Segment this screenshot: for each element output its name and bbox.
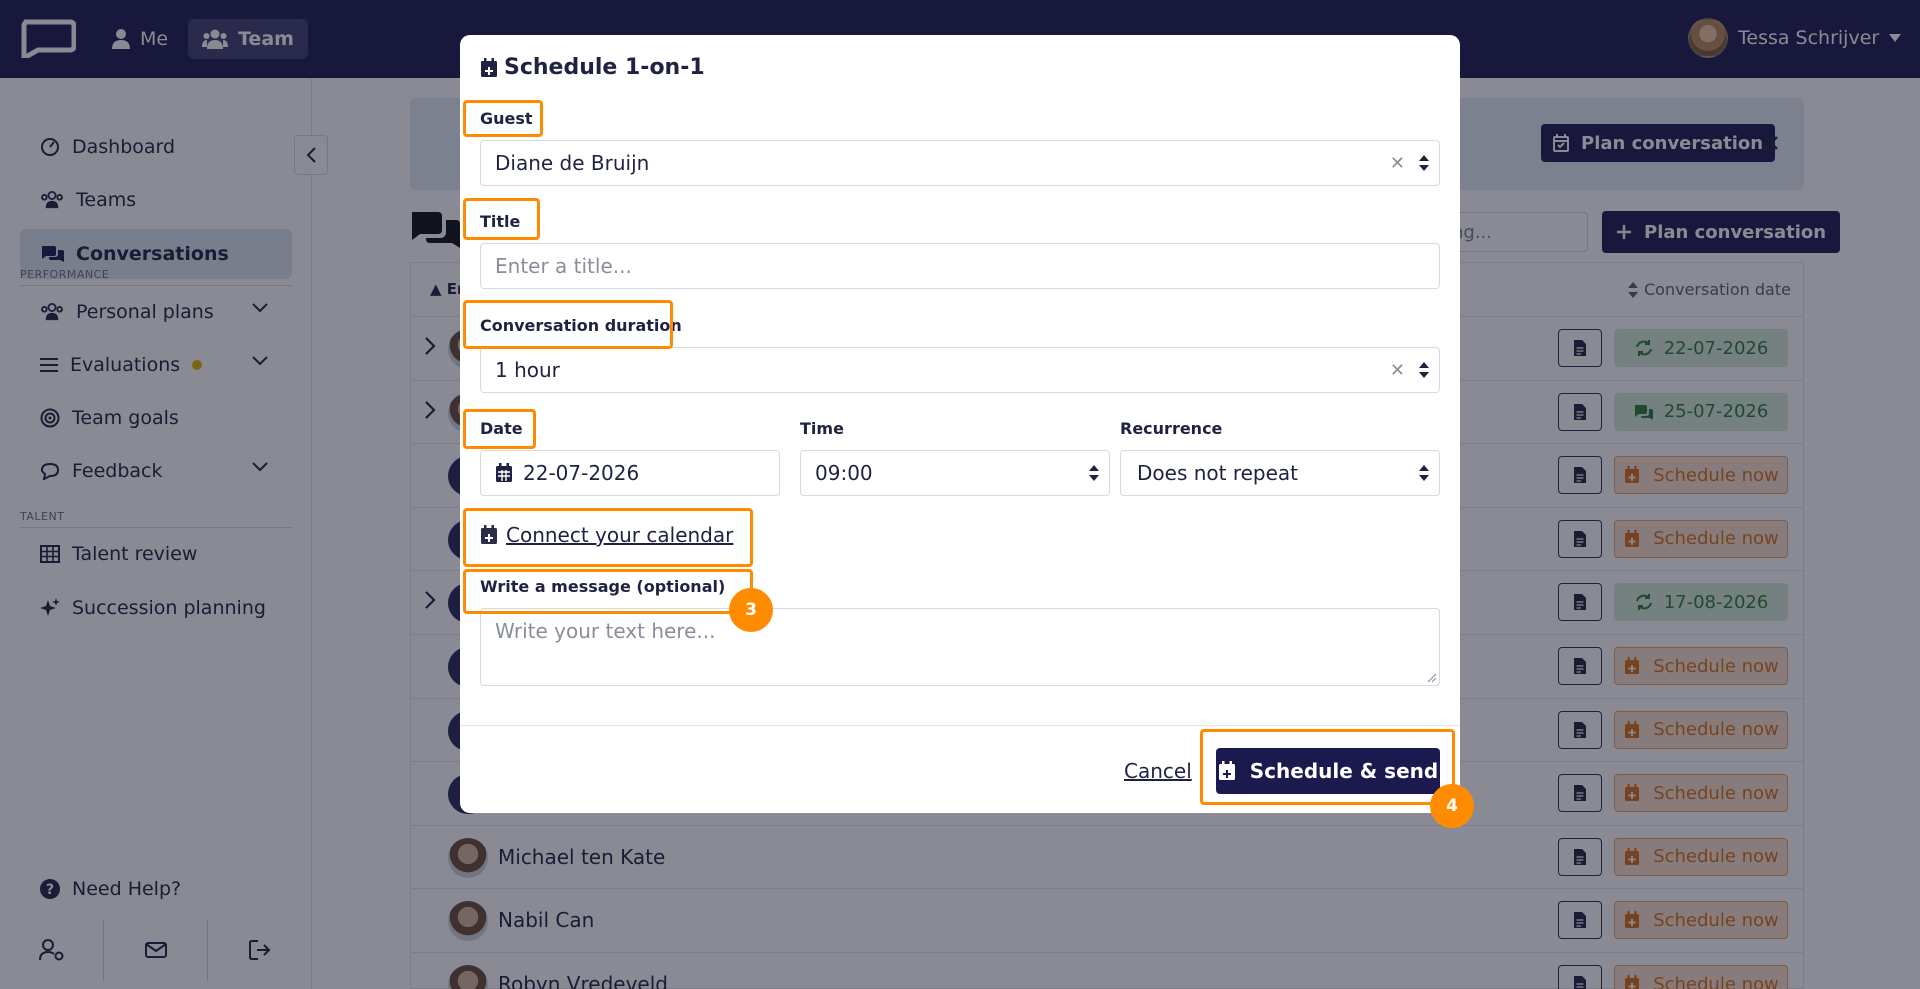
modal-footer-divider (460, 725, 1460, 726)
recurrence-select[interactable]: Does not repeat (1120, 450, 1440, 496)
select-arrows-icon (1089, 465, 1099, 481)
select-arrows-icon (1419, 362, 1429, 378)
date-value: 22-07-2026 (523, 461, 640, 485)
modal-title: Schedule 1-on-1 (480, 55, 705, 80)
tutorial-step-badge: 4 (1430, 784, 1474, 828)
highlight-guest-label (463, 100, 543, 137)
select-arrows-icon (1419, 155, 1429, 171)
select-arrows-icon (1419, 465, 1429, 481)
time-label: Time (800, 419, 844, 438)
highlight-date-label (463, 409, 536, 449)
guest-value: Diane de Bruijn (495, 151, 650, 175)
recurrence-value: Does not repeat (1137, 461, 1299, 485)
date-input[interactable]: 22-07-2026 (480, 450, 780, 496)
clear-icon[interactable]: ✕ (1390, 153, 1405, 174)
duration-select[interactable]: 1 hour ✕ (480, 347, 1440, 393)
recurrence-label: Recurrence (1120, 419, 1223, 438)
highlight-schedule-send (1200, 729, 1455, 805)
clear-icon[interactable]: ✕ (1390, 360, 1405, 381)
cancel-button[interactable]: Cancel (1124, 759, 1192, 783)
tutorial-step-badge: 3 (729, 588, 773, 632)
message-placeholder: Write your text here... (495, 619, 716, 643)
time-select[interactable]: 09:00 (800, 450, 1110, 496)
resize-handle-icon[interactable] (1427, 673, 1437, 683)
highlight-duration-label (463, 300, 673, 349)
time-value: 09:00 (815, 461, 873, 485)
schedule-modal: Schedule 1-on-1 Guest Diane de Bruijn ✕ … (460, 35, 1460, 813)
modal-title-text: Schedule 1-on-1 (504, 55, 705, 80)
title-placeholder: Enter a title... (495, 254, 632, 278)
highlight-title-label (463, 198, 540, 240)
title-input[interactable]: Enter a title... (480, 243, 1440, 289)
highlight-message-label (463, 569, 753, 614)
calendar-plus-icon (481, 57, 497, 77)
duration-value: 1 hour (495, 358, 560, 382)
highlight-connect-calendar (463, 508, 753, 567)
calendar-icon (496, 463, 512, 482)
guest-select[interactable]: Diane de Bruijn ✕ (480, 140, 1440, 186)
message-textarea[interactable]: Write your text here... (480, 608, 1440, 686)
